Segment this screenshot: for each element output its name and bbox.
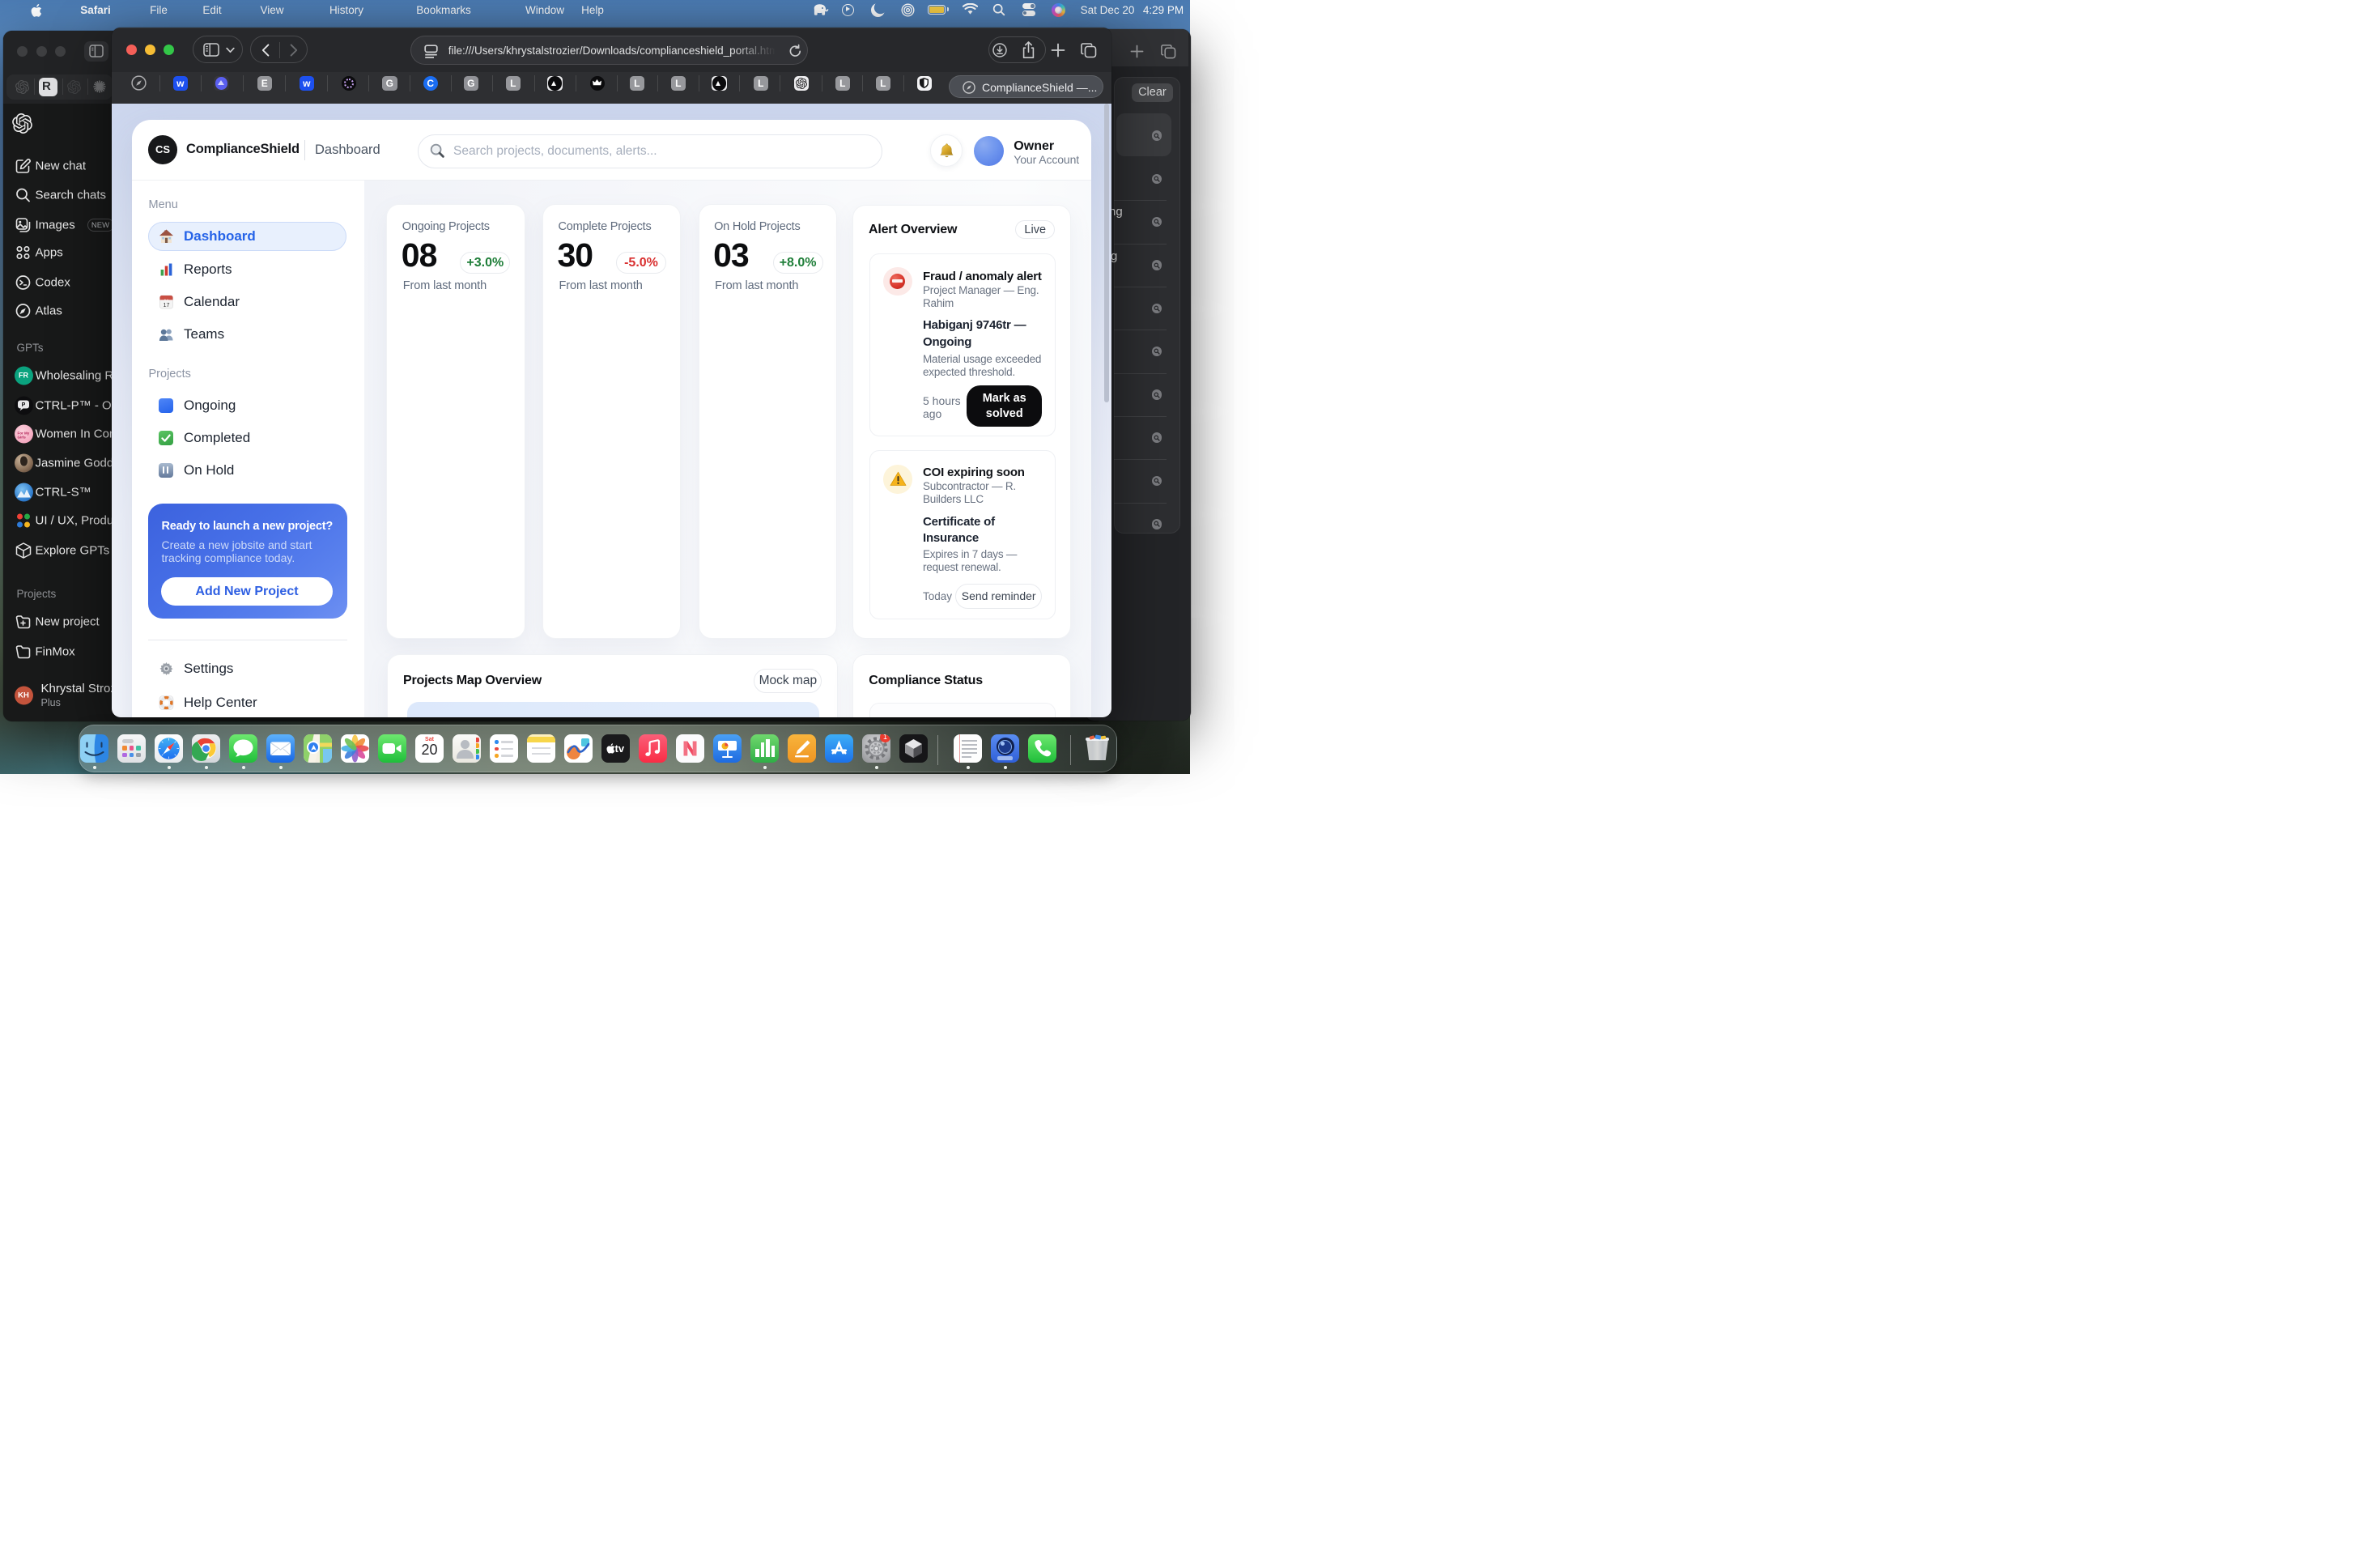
svg-text:17: 17 xyxy=(163,300,169,308)
svg-text:P: P xyxy=(22,402,26,408)
